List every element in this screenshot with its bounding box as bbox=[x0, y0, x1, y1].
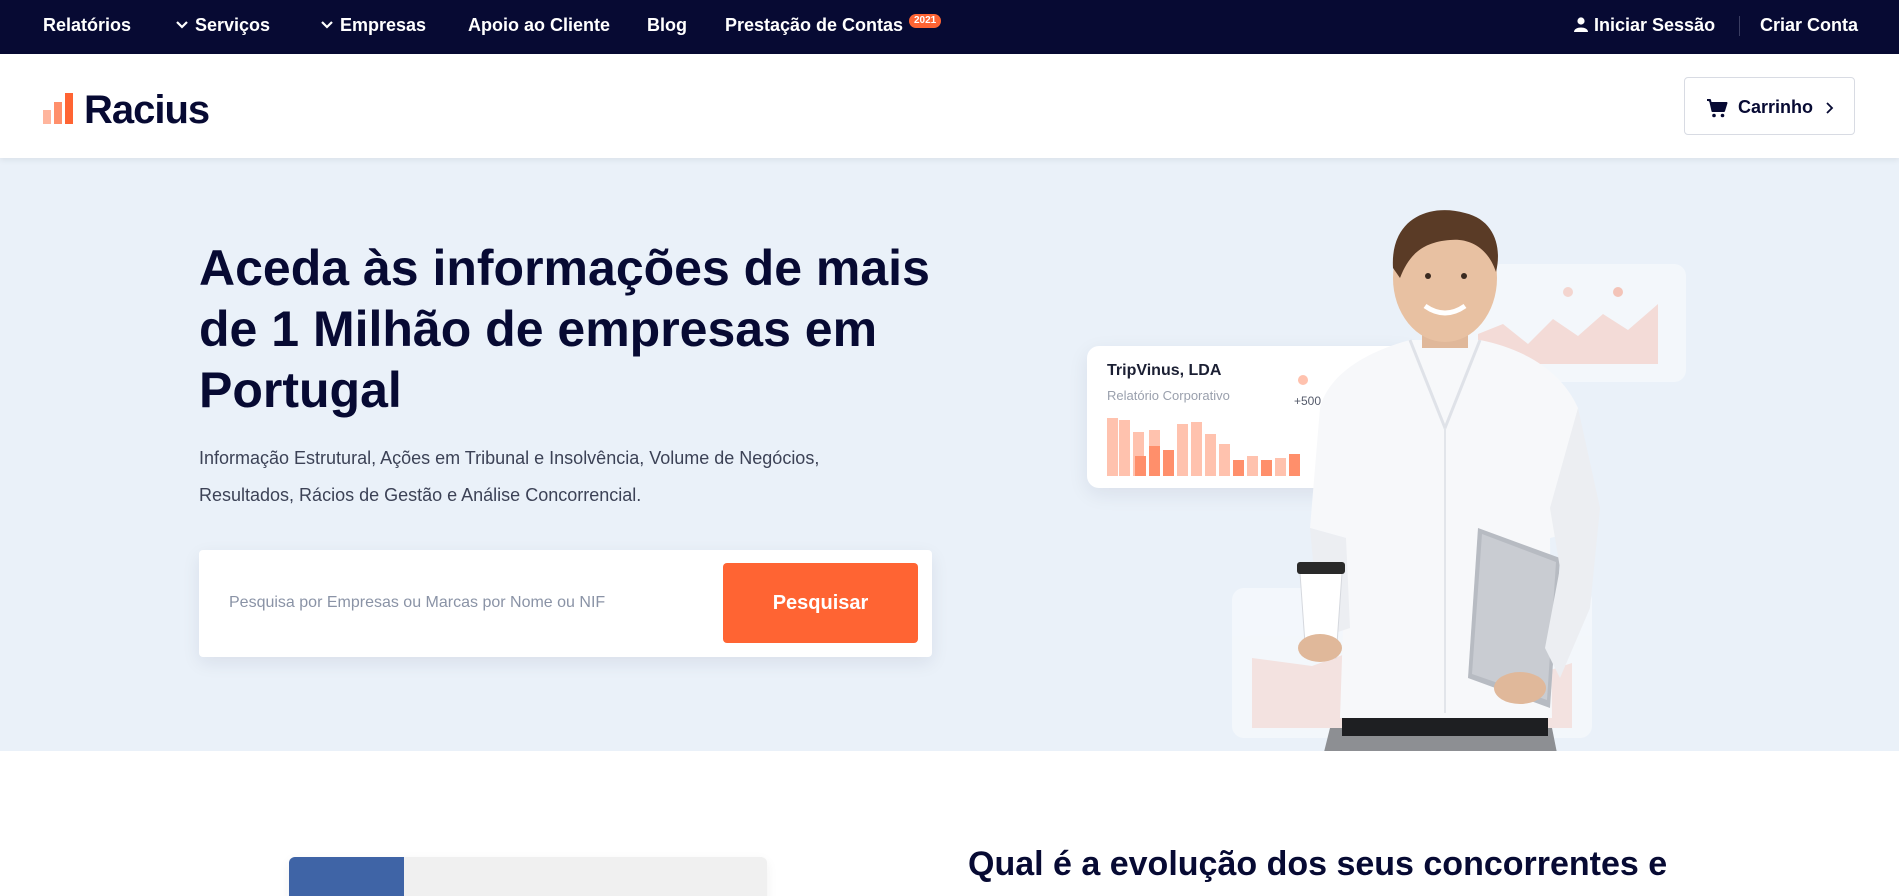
nav-relatorios-label: Relatórios bbox=[43, 15, 132, 35]
nav-relatorios[interactable]: Relatórios bbox=[43, 0, 131, 54]
nav-apoio-cliente[interactable]: Apoio ao Cliente bbox=[468, 0, 610, 54]
nav-servicos-label: Serviços bbox=[195, 15, 271, 35]
site-header: Racius Carrinho bbox=[0, 54, 1899, 158]
nav-prestacao-label: Prestação de Contas bbox=[725, 15, 904, 35]
user-icon bbox=[1574, 17, 1588, 33]
search-input[interactable] bbox=[219, 580, 699, 626]
nav-empresas[interactable]: Empresas bbox=[320, 0, 426, 54]
nav-empresas-label: Empresas bbox=[340, 15, 427, 35]
logo-text: Racius bbox=[84, 88, 210, 132]
year-badge: 2021 bbox=[909, 14, 942, 28]
top-navigation: Relatórios Serviços Empresas Apoio ao Cl… bbox=[0, 0, 1899, 54]
report-card-company: TripVinus, LDA bbox=[1107, 362, 1222, 379]
nav-apoio-label: Apoio ao Cliente bbox=[468, 15, 611, 35]
nav-prestacao-contas[interactable]: Prestação de Contas bbox=[725, 0, 903, 54]
chevron-right-icon bbox=[1826, 102, 1834, 114]
nav-separator bbox=[1739, 16, 1740, 36]
login-link[interactable]: Iniciar Sessão bbox=[1574, 0, 1715, 54]
cart-button[interactable]: Carrinho bbox=[1684, 77, 1855, 135]
chevron-down-icon bbox=[321, 20, 333, 29]
login-label: Iniciar Sessão bbox=[1594, 15, 1716, 35]
chevron-down-icon bbox=[176, 20, 188, 29]
businessman-illustration bbox=[1297, 210, 1600, 751]
logo-bars-icon bbox=[43, 93, 73, 124]
nav-servicos[interactable]: Serviços bbox=[175, 0, 270, 54]
nav-blog-label: Blog bbox=[647, 15, 687, 35]
report-card-type: Relatório Corporativo bbox=[1107, 388, 1230, 403]
register-link[interactable]: Criar Conta bbox=[1760, 0, 1858, 54]
section-title: Qual é a evolução dos seus concorrentes … bbox=[968, 845, 1668, 883]
section-image bbox=[289, 857, 767, 896]
search-button[interactable]: Pesquisar bbox=[723, 563, 918, 643]
nav-blog[interactable]: Blog bbox=[647, 0, 687, 54]
cart-icon bbox=[1707, 99, 1728, 118]
search-box: Pesquisar bbox=[199, 550, 932, 657]
cart-label: Carrinho bbox=[1738, 97, 1814, 117]
hero-title: Aceda às informações de mais de 1 Milhão… bbox=[199, 240, 930, 418]
hero-section: Aceda às informações de mais de 1 Milhão… bbox=[0, 158, 1899, 751]
hero-subtitle: Informação Estrutural, Ações em Tribunal… bbox=[199, 448, 820, 505]
register-label: Criar Conta bbox=[1760, 15, 1859, 35]
section-image-figure bbox=[289, 857, 404, 896]
